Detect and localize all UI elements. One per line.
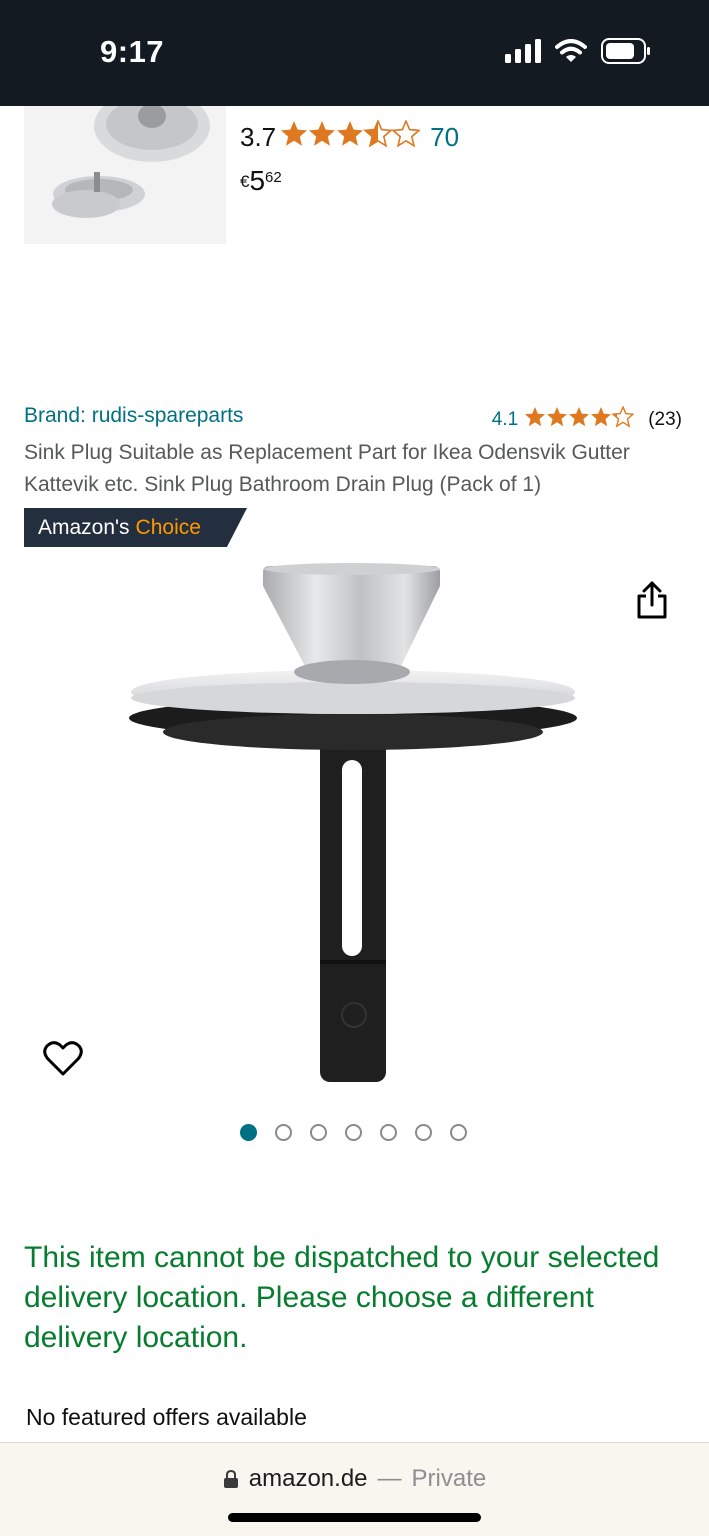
related-product-rating: 3.7 70: [240, 120, 459, 155]
signal-icon: [505, 39, 541, 63]
status-bar: 9:17: [0, 0, 709, 106]
product-title: Sink Plug Suitable as Replacement Part f…: [24, 441, 630, 496]
related-product-image[interactable]: [24, 106, 226, 244]
rating-value: 4.1: [491, 409, 519, 430]
brand-link[interactable]: Brand: rudis-spareparts: [24, 404, 243, 428]
dispatch-warning: This item cannot be dispatched to your s…: [24, 1241, 660, 1354]
review-count: (23): [648, 409, 682, 430]
url-separator: —: [377, 1465, 402, 1492]
price-currency: €: [240, 172, 250, 191]
brand-row: Brand: rudis-spareparts 4.1 (23): [24, 402, 684, 434]
carousel-dot[interactable]: [415, 1124, 432, 1141]
url-domain: amazon.de: [248, 1465, 368, 1492]
carousel-dot[interactable]: [275, 1124, 292, 1141]
rating-value: 3.7: [240, 122, 277, 152]
price-fraction: 62: [265, 169, 282, 186]
wishlist-button[interactable]: [40, 1036, 86, 1082]
share-icon: [637, 581, 667, 619]
carousel-dot[interactable]: [310, 1124, 327, 1141]
heart-icon: [43, 1041, 83, 1076]
lock-icon: [223, 1469, 238, 1488]
carousel-dot[interactable]: [380, 1124, 397, 1141]
status-time: 9:17: [100, 34, 165, 69]
product-image[interactable]: [120, 560, 590, 1095]
home-indicator[interactable]: [228, 1513, 481, 1522]
product-rating[interactable]: 4.1 (23): [492, 406, 682, 434]
no-offers-text: No featured offers available: [26, 1404, 307, 1430]
related-product-price: € 5 62: [240, 166, 282, 196]
star-rating: [524, 406, 634, 434]
review-count-link[interactable]: 70: [430, 122, 459, 153]
badge-accent: Choice: [135, 515, 201, 539]
badge-prefix: Amazon's: [38, 515, 130, 539]
wifi-icon: [555, 39, 587, 62]
share-button[interactable]: [630, 578, 674, 622]
carousel-dot[interactable]: [240, 1124, 257, 1141]
private-mode-label: Private: [411, 1465, 487, 1492]
price-whole: 5: [249, 165, 266, 196]
image-carousel-indicator[interactable]: [240, 1124, 467, 1141]
amazons-choice-badge: Amazon's Choice: [24, 508, 247, 547]
url-row[interactable]: amazon.de — Private: [0, 1465, 709, 1493]
star-rating: [280, 120, 420, 155]
carousel-dot[interactable]: [450, 1124, 467, 1141]
related-product-card[interactable]: 3.7 70 € 5 62: [0, 106, 709, 256]
status-icons: [505, 38, 651, 64]
browser-address-bar[interactable]: amazon.de — Private: [0, 1442, 709, 1536]
battery-icon: [601, 38, 650, 64]
carousel-dot[interactable]: [345, 1124, 362, 1141]
